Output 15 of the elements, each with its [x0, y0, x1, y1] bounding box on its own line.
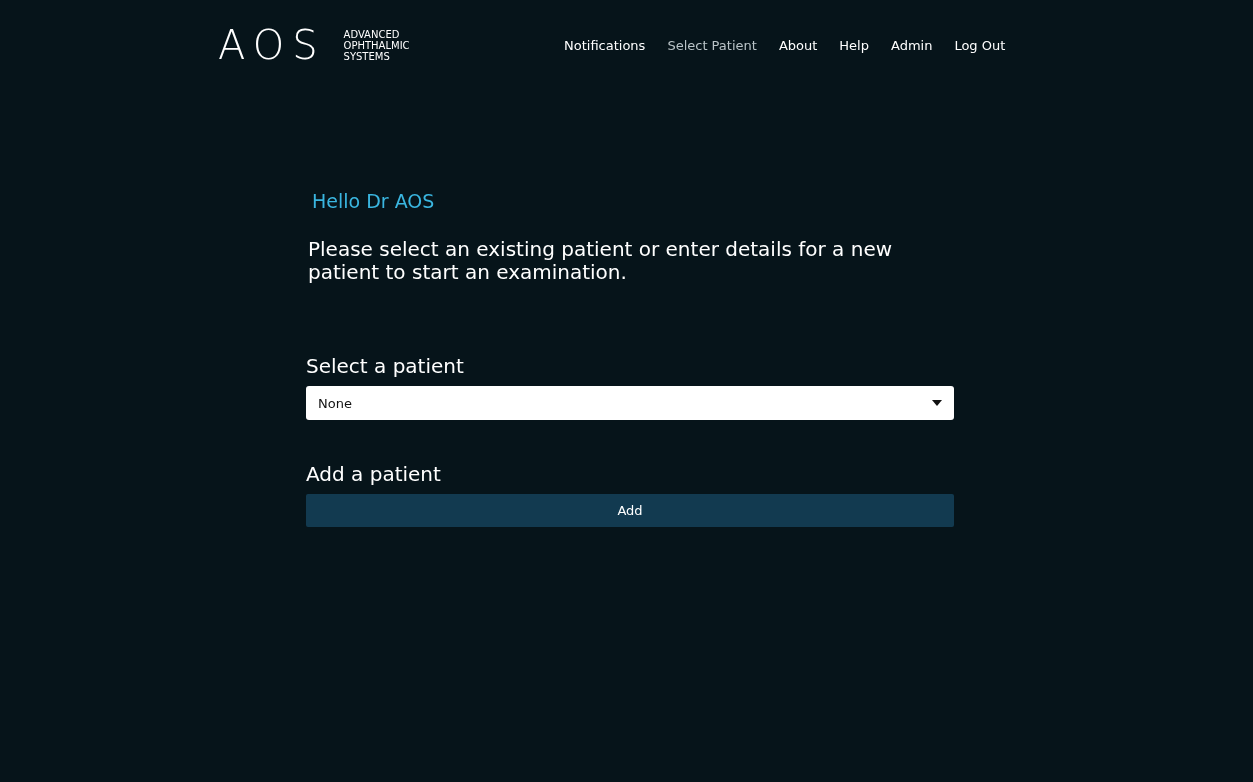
greeting: Hello Dr AOS	[312, 190, 436, 212]
nav-link[interactable]: Select Patient	[667, 37, 757, 53]
nav-link[interactable]: Notifications	[564, 37, 646, 53]
nav-link[interactable]: Log Out	[954, 37, 1006, 53]
logo-wordmark: AOS	[218, 25, 326, 65]
section-heading: Add a patient	[306, 462, 442, 486]
nav-link[interactable]: Admin	[890, 37, 933, 53]
add-button[interactable]: Add	[306, 494, 954, 527]
nav-link[interactable]: Help	[839, 37, 869, 53]
patient-select[interactable]: None	[306, 386, 954, 420]
caret-icon	[932, 400, 942, 406]
intro-text: Please select an existing patient or enter details for a new patient to start an examination.	[308, 238, 894, 284]
section-heading: Select a patient	[306, 354, 465, 378]
logo-tagline: ADVANCED OPHTHALMIC SYSTEMS	[343, 28, 410, 62]
nav-link[interactable]: About	[778, 37, 818, 53]
